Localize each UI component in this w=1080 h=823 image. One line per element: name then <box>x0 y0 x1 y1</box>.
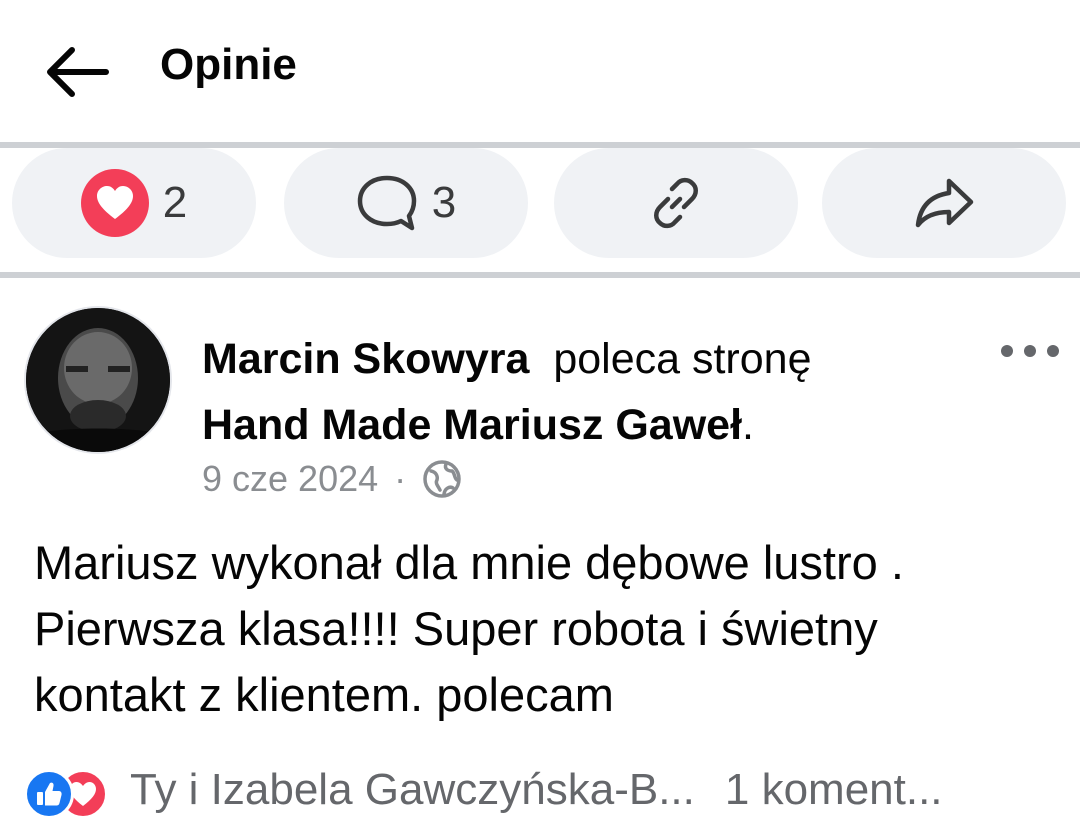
globe-icon <box>423 460 461 498</box>
comments-count: 3 <box>431 178 457 227</box>
reactions-button[interactable]: 2 <box>12 148 256 258</box>
meta-separator: · <box>394 458 407 499</box>
heart-icon <box>80 169 149 237</box>
reactions-summary[interactable]: Ty i Izabela Gawczyńska-B... 1 koment... <box>24 760 1080 820</box>
like-reaction-icon <box>24 769 74 819</box>
author-name[interactable]: Marcin Skowyra <box>202 335 529 383</box>
share-button[interactable] <box>822 148 1066 258</box>
post-meta: 9 cze 2024 · <box>202 458 462 500</box>
recommend-text: poleca stronę <box>553 335 812 383</box>
copy-link-button[interactable] <box>554 148 798 258</box>
review-line: Pierwsza klasa!!!! Super robota i świetn… <box>34 602 878 655</box>
back-arrow-icon[interactable] <box>44 44 110 100</box>
divider <box>0 272 1080 278</box>
reaction-icons <box>24 765 120 819</box>
reactions-count: 2 <box>162 178 188 227</box>
action-row: 2 3 <box>0 148 1080 270</box>
review-line: kontakt z klientem. polecam <box>34 668 614 721</box>
top-bar: Opinie <box>0 0 1080 142</box>
page-name[interactable]: Hand Made Mariusz Gaweł <box>202 401 742 449</box>
comments-link[interactable]: 1 koment... <box>725 765 943 815</box>
post-headline: Marcin Skowyra poleca stronę Hand Made M… <box>202 326 962 458</box>
review-text: Mariusz wykonał dla mnie dębowe lustro .… <box>34 530 1054 728</box>
avatar[interactable] <box>24 306 172 454</box>
page-title: Opinie <box>160 40 297 89</box>
review-line: Mariusz wykonał dla mnie dębowe lustro . <box>34 536 904 589</box>
reactors-names[interactable]: Ty i Izabela Gawczyńska-B... <box>130 765 695 815</box>
share-arrow-icon <box>915 178 974 228</box>
period: . <box>742 401 754 449</box>
link-icon <box>654 177 698 229</box>
comments-button[interactable]: 3 <box>284 148 528 258</box>
comment-bubble-icon <box>357 175 416 231</box>
more-options-icon[interactable] <box>1000 344 1060 358</box>
post-date[interactable]: 9 cze 2024 <box>202 458 378 500</box>
